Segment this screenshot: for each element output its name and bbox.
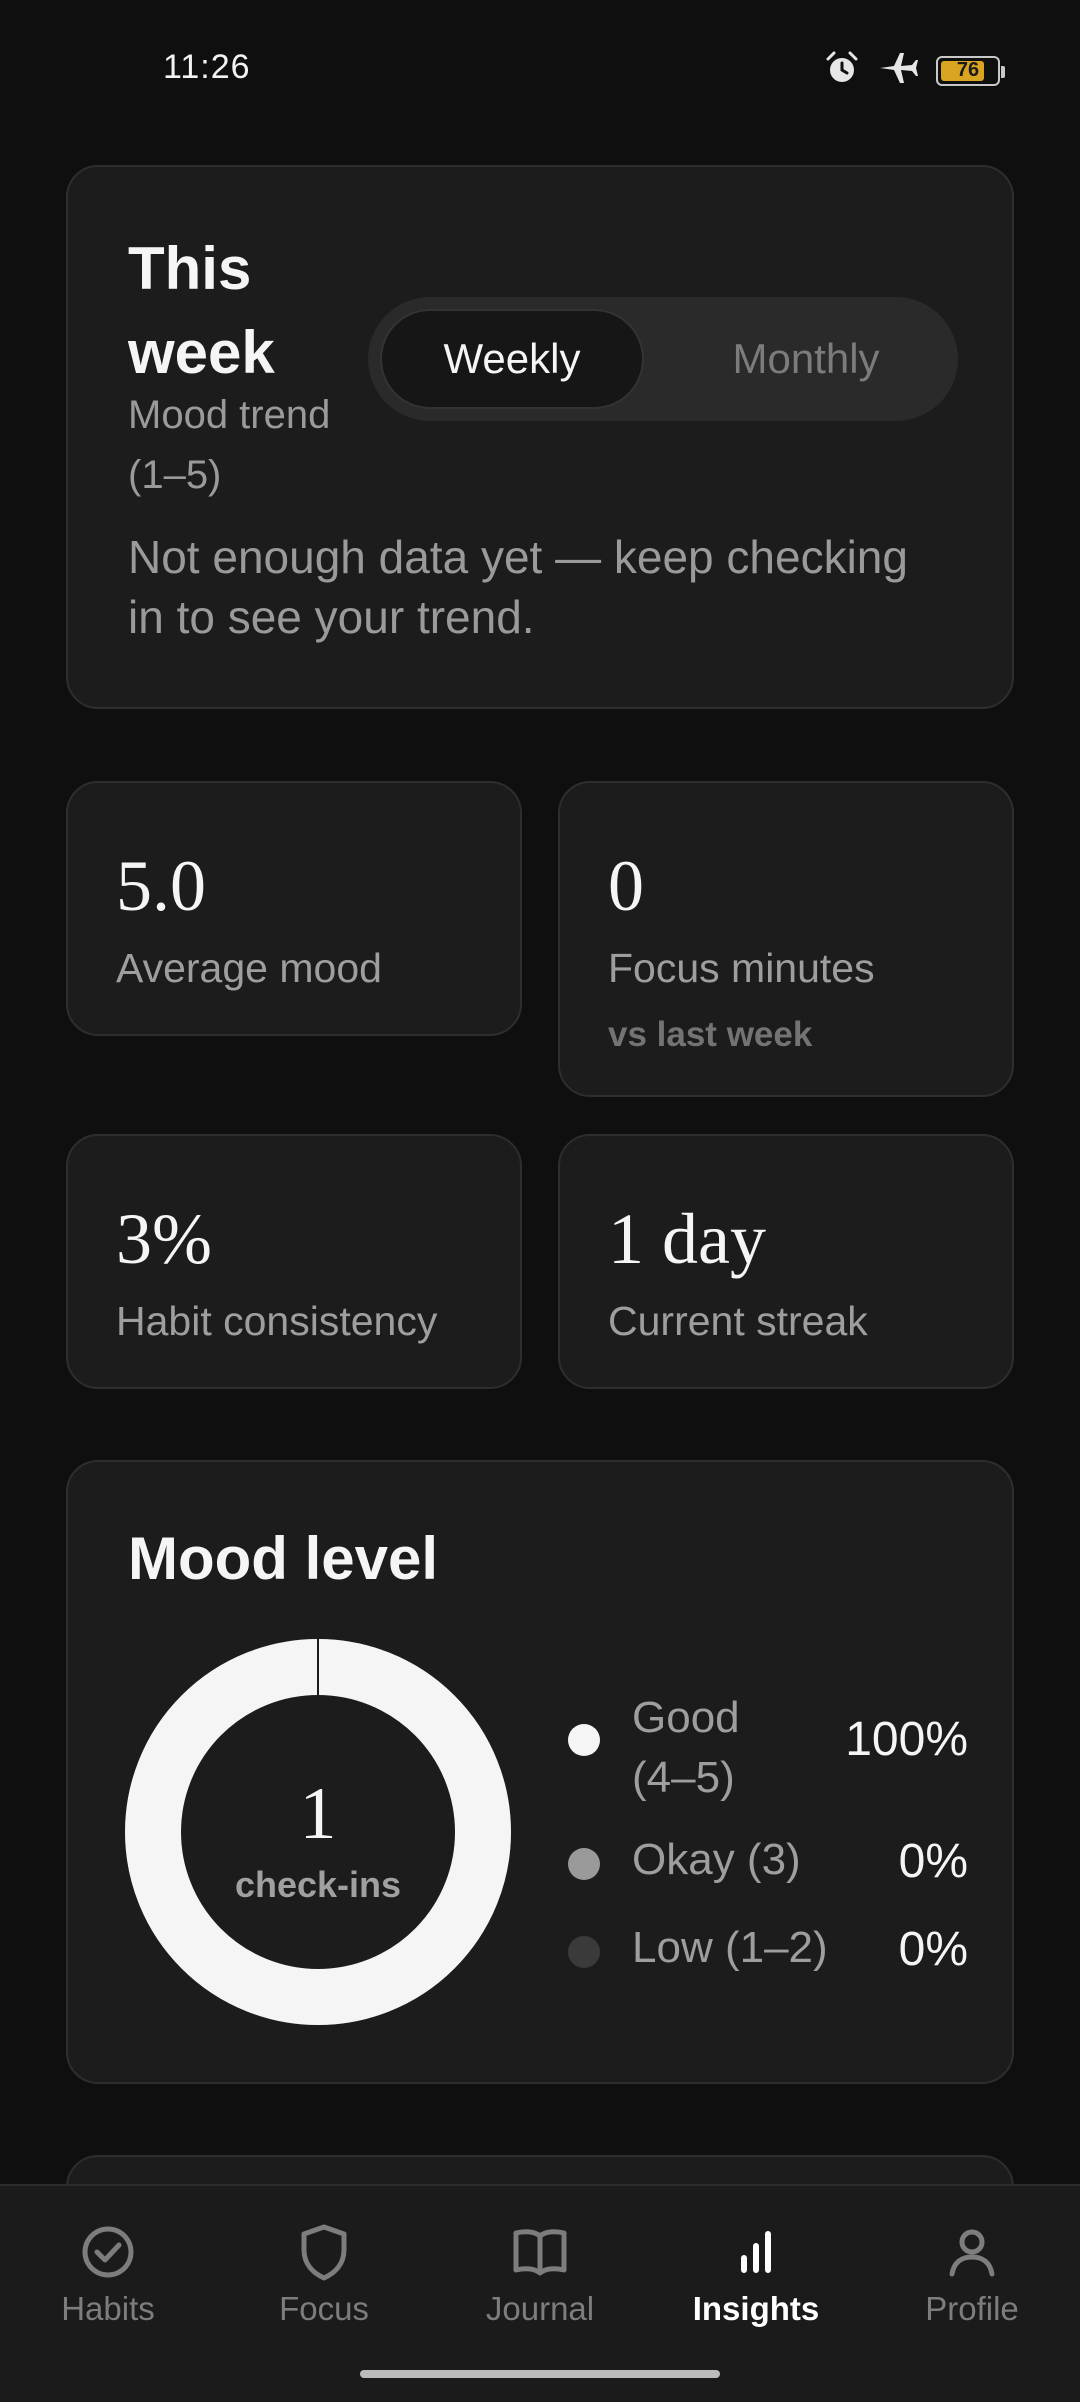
nav-label: Focus — [279, 2290, 369, 2327]
habit-consistency-card: 3% Habit consistency — [66, 1134, 522, 1389]
legend-dot — [568, 1936, 600, 1968]
nav-label: Journal — [485, 2290, 595, 2327]
nav-label: Profile — [925, 2290, 1019, 2327]
legend-item-good: Good (4–5) 100% — [568, 1688, 968, 1808]
nav-item-focus[interactable]: Focus — [234, 2222, 414, 2328]
card-subtitle: Mood trend (1–5) — [128, 393, 331, 497]
stat-label: Habit consistency — [116, 1298, 438, 1344]
legend-dot — [568, 1848, 600, 1880]
bar-chart-icon — [741, 2231, 771, 2273]
battery-level: 76 — [956, 58, 980, 81]
check-circle-icon — [82, 2226, 134, 2278]
nav-item-insights[interactable]: Insights — [666, 2222, 846, 2328]
nav-item-habits[interactable]: Habits — [18, 2222, 198, 2328]
current-streak-card: 1 day Current streak — [558, 1134, 1014, 1389]
alarm-icon — [824, 50, 860, 91]
home-indicator[interactable] — [360, 2370, 720, 2378]
average-mood-card: 5.0 Average mood — [66, 781, 522, 1036]
battery-icon: 76 — [936, 55, 1005, 86]
legend-label: Low (1–2) — [632, 1923, 828, 1972]
checkin-label: check-ins — [234, 1864, 402, 1905]
status-icons: 76 — [824, 50, 1005, 91]
legend-percent: 100% — [845, 1713, 968, 1766]
nav-item-profile[interactable]: Profile — [882, 2222, 1062, 2328]
person-icon — [949, 2229, 995, 2277]
shield-icon — [301, 2224, 347, 2281]
period-toggle: Weekly Monthly — [368, 297, 958, 421]
weekly-trend-card: This week Mood trend (1–5) Weekly Monthl… — [66, 165, 1014, 709]
card-title: Mood level — [128, 1525, 439, 1592]
stat-value: 1 day — [608, 1199, 766, 1279]
legend-item-okay: Okay (3) 0% — [568, 1830, 968, 1900]
stat-value: 3% — [116, 1199, 212, 1279]
nav-label: Habits — [61, 2290, 155, 2327]
stat-label: Current streak — [608, 1298, 868, 1344]
monthly-toggle-button[interactable]: Monthly — [668, 309, 944, 409]
checkin-count: 1 — [299, 1773, 337, 1855]
legend-dot — [568, 1724, 600, 1756]
legend-item-low: Low (1–2) 0% — [568, 1918, 968, 1988]
status-time: 11:26 — [163, 48, 251, 86]
empty-trend-message: Not enough data yet — keep checking in t… — [128, 531, 908, 643]
card-title: This week — [128, 235, 275, 386]
legend-percent: 0% — [898, 1923, 968, 1976]
airplane-icon — [878, 50, 918, 91]
stat-comparison: vs last week — [608, 1015, 813, 1054]
nav-label: Insights — [692, 2290, 820, 2327]
weekly-toggle-button[interactable]: Weekly — [380, 309, 644, 409]
mood-level-card: Mood level 1 check-ins Good (4–5) 100% O… — [66, 1460, 1014, 2084]
stat-label: Focus minutes — [608, 945, 875, 991]
stat-label: Average mood — [116, 945, 382, 991]
focus-minutes-card: 0 Focus minutes vs last week — [558, 781, 1014, 1097]
legend-label: Good (4–5) — [632, 1693, 740, 1802]
stat-value: 0 — [608, 846, 644, 926]
nav-item-journal[interactable]: Journal — [450, 2222, 630, 2328]
legend-label: Okay (3) — [632, 1835, 801, 1884]
book-icon — [513, 2229, 567, 2276]
stat-value: 5.0 — [116, 846, 206, 926]
legend-percent: 0% — [898, 1835, 968, 1888]
